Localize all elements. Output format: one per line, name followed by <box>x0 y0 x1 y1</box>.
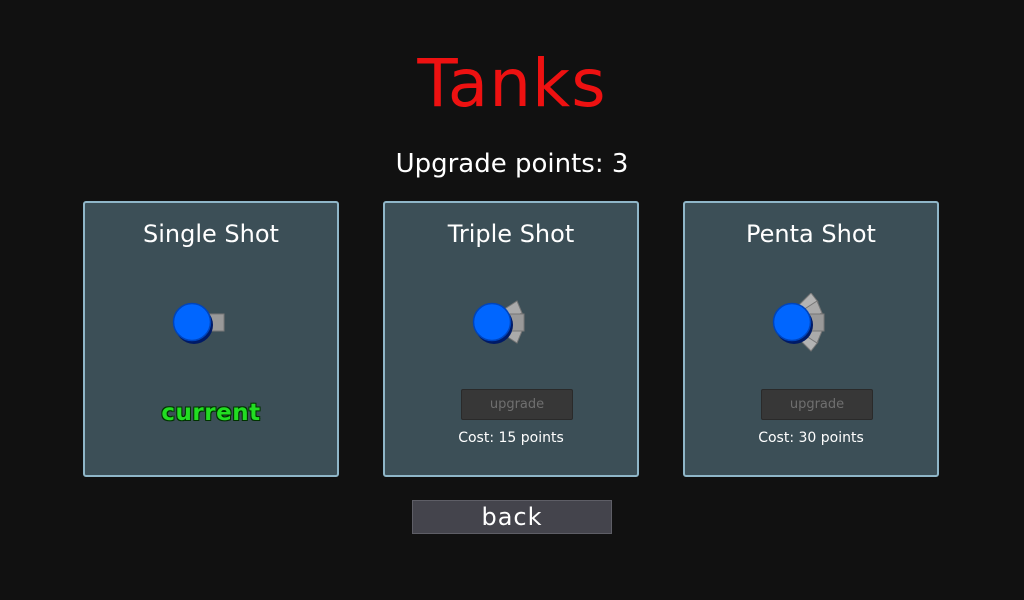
back-button[interactable]: back <box>412 500 612 534</box>
upgrade-points-label: Upgrade points: 3 <box>395 149 629 179</box>
cost-label: Cost: 15 points <box>458 430 564 446</box>
tank-card-single-shot: Single Shot current <box>83 201 339 477</box>
triple-shot-tank-icon <box>385 293 637 353</box>
tank-card-penta-shot: Penta Shot upgrade Cost: 30 points <box>683 201 939 477</box>
current-tank-label: current <box>161 400 261 426</box>
penta-shot-tank-icon <box>685 293 937 353</box>
single-shot-tank-icon <box>85 293 337 353</box>
card-title: Single Shot <box>143 220 279 248</box>
tank-card-triple-shot: Triple Shot upgrade Cost: 15 points <box>383 201 639 477</box>
upgrade-penta-shot-button[interactable]: upgrade <box>761 389 873 420</box>
card-title: Triple Shot <box>447 220 575 248</box>
cost-label: Cost: 30 points <box>758 430 864 446</box>
card-title: Penta Shot <box>746 220 876 248</box>
page-title: Tanks <box>417 45 607 122</box>
upgrade-triple-shot-button[interactable]: upgrade <box>461 389 573 420</box>
